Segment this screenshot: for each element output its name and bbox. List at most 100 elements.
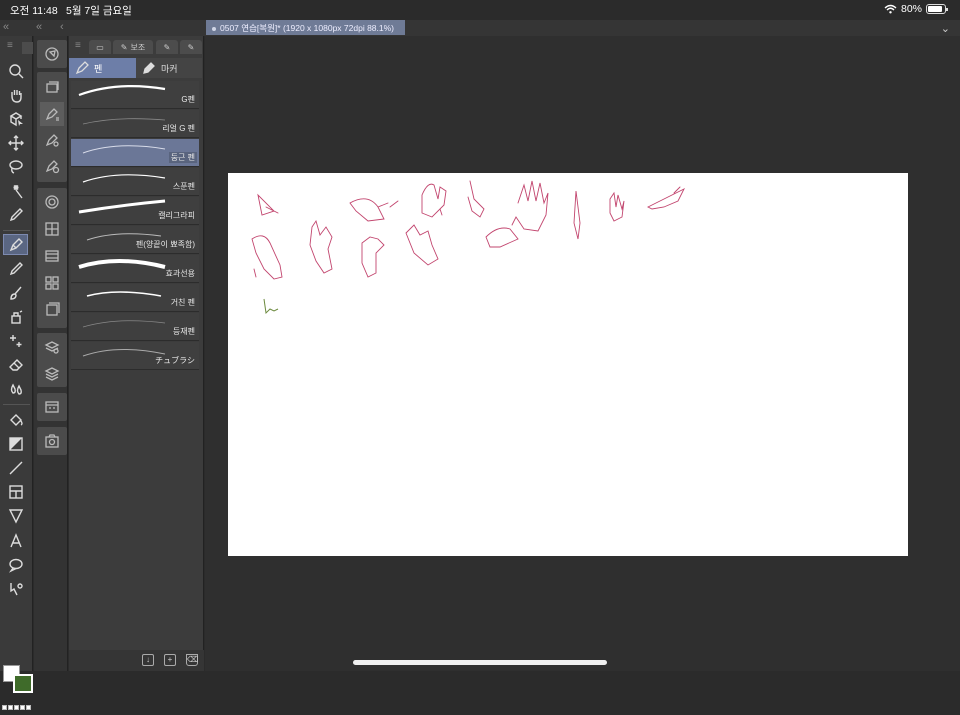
hand-tool[interactable] [3,84,28,105]
document-tab[interactable]: 0507 연습[복원]* (1920 x 1080px 72dpi 88.1%) [206,20,405,35]
color-slider-button[interactable] [40,217,64,241]
blend-tool[interactable] [3,378,28,399]
brush-item[interactable]: 거친 펜 [71,284,199,312]
panel-tab-4[interactable]: ✎ [180,40,202,54]
ruler-tool[interactable] [3,505,28,526]
eyedropper-tool[interactable] [3,204,28,225]
line-tool[interactable] [3,457,28,478]
frame-tool[interactable] [3,481,28,502]
brush-name: 스푼펜 [172,182,195,191]
panel-tab-1[interactable]: ▭ [89,40,111,54]
color-switcher[interactable] [2,697,32,710]
object-select-icon [9,111,23,126]
navigator-button[interactable] [40,42,64,66]
drawing-canvas[interactable] [228,173,908,556]
pencil-tool[interactable] [3,258,28,279]
pencil-icon [9,261,23,275]
brush-preview [82,174,166,183]
hand-sketches [251,180,686,280]
panel-tab-auxiliary[interactable]: ✎ 보조 [113,40,153,54]
color-wheel-button[interactable] [40,190,64,214]
correct-line-tool[interactable] [3,578,28,599]
decoration-tool[interactable] [3,330,28,351]
close-dot-icon[interactable] [212,26,216,31]
panel-menu-icon[interactable]: ≡ [75,40,81,51]
airbrush-tool[interactable] [3,306,28,327]
move-icon [7,134,24,151]
camera-icon [45,434,59,448]
magic-wand-tool[interactable] [3,180,28,201]
brush-preview [78,85,166,97]
brush-name: 등재펜 [172,327,195,336]
brush-item[interactable]: 캘리그라피 [71,197,199,225]
color-history-button[interactable] [40,298,64,322]
pencil-group-button[interactable] [40,128,64,152]
collapse-panel-icon[interactable]: ‹ [60,21,64,33]
collapse-left-icon[interactable]: « [3,21,9,33]
pencil-gear-icon [45,134,59,147]
menu-icon[interactable]: ≡ [7,40,13,51]
color-set-icon [45,250,59,262]
brush-item[interactable]: 등재펜 [71,313,199,341]
move-tool[interactable] [3,132,28,153]
trash-icon[interactable]: ⌫ [186,654,198,666]
pen-tool[interactable] [3,234,28,255]
line-icon [9,461,22,474]
brush-preview [86,291,162,297]
collapse-subtool-icon[interactable]: « [36,21,42,33]
tab-bar [0,20,960,36]
brush-item[interactable]: 효과선용 [71,255,199,283]
camera-button[interactable] [40,429,64,453]
brush-item[interactable]: 펜(양끝이 뾰족함) [71,226,199,254]
brush-preview [78,199,166,214]
brush-item[interactable]: 둥근 펜 [71,139,199,167]
eraser-tool[interactable] [3,354,28,375]
chevron-down-icon[interactable]: ⌄ [941,22,950,35]
download-icon[interactable]: ↓ [142,654,154,666]
pen-nib-icon [45,108,59,121]
intermediate-color-button[interactable] [40,271,64,295]
tab-pen[interactable]: 펜 [69,58,136,78]
marker-icon [143,62,155,74]
layer-property-button[interactable] [40,335,64,359]
home-indicator[interactable] [353,660,607,665]
toolbar-divider [3,230,30,231]
zoom-tool[interactable] [3,60,28,81]
ruler-icon [8,508,23,524]
brush-tool[interactable] [3,282,28,303]
subtool-icon: ✎ [120,42,128,52]
panel-footer: ↓ + ⌫ [69,650,204,671]
panel-tab-icon[interactable] [22,42,33,54]
layer-stack-icon [44,367,60,381]
material-button[interactable] [40,395,64,419]
layers-icon [46,81,59,93]
sub-color-swatch[interactable] [13,674,33,693]
gradient-icon [8,436,23,451]
brush-group-button[interactable] [40,154,64,178]
panel-tab-label: 보조 [130,42,146,52]
text-tool[interactable] [3,530,28,551]
brush-item[interactable]: 리얼 G 펜 [71,110,199,138]
subtool-group-button[interactable] [40,76,64,100]
layer-button[interactable] [40,361,64,385]
gradient-tool[interactable] [3,433,28,454]
status-bar: 오전 11:48 5월 7일 금요일 80% [0,0,960,20]
toolbar-divider [3,404,30,405]
brush-item[interactable]: G펜 [71,81,199,109]
balloon-tool[interactable] [3,554,28,575]
brush-name: 캘리그라피 [158,211,195,220]
subcol-group-pen [37,72,67,182]
pen-group-button[interactable] [40,102,64,126]
brush-preview [82,145,166,154]
object-tool[interactable] [3,108,28,129]
fill-tool[interactable] [3,409,28,430]
tab-marker[interactable]: 마커 [136,58,202,78]
magic-wand-icon [13,184,23,198]
brush-item[interactable]: チュブラシ [71,342,199,370]
lasso-tool[interactable] [3,156,28,177]
tab-pen-label: 펜 [94,63,103,74]
brush-item[interactable]: 스푼펜 [71,168,199,196]
panel-tab-3[interactable]: ✎ [156,40,178,54]
color-set-button[interactable] [40,244,64,268]
duplicate-icon[interactable]: + [164,654,176,666]
